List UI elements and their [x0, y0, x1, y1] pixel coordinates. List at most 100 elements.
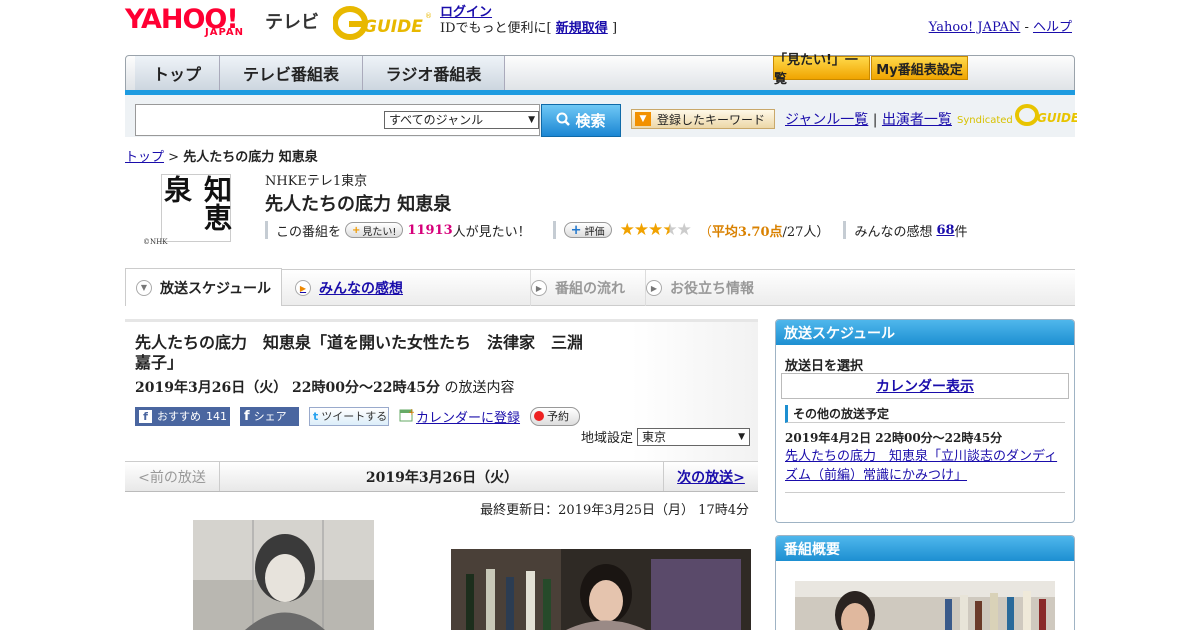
this-program-label: この番組を: [276, 224, 342, 240]
other-broadcasts-label: その他の放送予定: [785, 405, 1065, 423]
facebook-icon: f: [139, 409, 152, 423]
genre-select-value: すべてのジャンル: [389, 113, 484, 127]
svg-text:®: ®: [425, 12, 432, 20]
rating-open: （: [698, 224, 712, 240]
divider-bar: [552, 221, 556, 239]
tv-logo-text[interactable]: テレビ: [265, 8, 319, 34]
facebook-count: 141: [206, 409, 227, 423]
calendar-view-link[interactable]: カレンダー表示: [876, 376, 974, 396]
breadcrumb: トップ > 先人たちの底力 知恵泉: [125, 146, 318, 165]
chevron-down-icon: ▼: [635, 112, 651, 126]
link-separator: -: [1024, 20, 1029, 35]
yahoo-japan-link[interactable]: Yahoo! JAPAN: [929, 20, 1021, 35]
breadcrumb-top-link[interactable]: トップ: [125, 150, 164, 165]
search-links: ジャンル一覧 | 出演者一覧: [785, 109, 952, 129]
next-broadcast-title-link[interactable]: 先人たちの底力 知恵泉「立川談志のダンディズム（前編）常識にかみつけ」: [785, 447, 1067, 485]
play-icon: ▶: [295, 280, 311, 296]
facebook-share-button[interactable]: f シェア: [240, 406, 299, 426]
registered-keyword-button[interactable]: ▼ 登録したキーワード: [631, 109, 775, 129]
want-to-watch-button[interactable]: + 見たい!: [345, 222, 404, 238]
genre-list-link[interactable]: ジャンル一覧: [785, 112, 868, 128]
studio-photo-image: [451, 549, 751, 630]
prev-broadcast: <前の放送: [125, 462, 220, 491]
calendar-icon: +: [399, 407, 416, 426]
search-icon: [556, 112, 571, 130]
search-button[interactable]: 検索: [541, 104, 621, 137]
rating-count: /27人）: [782, 224, 830, 240]
play-icon: ▶: [646, 280, 662, 296]
subtab-schedule[interactable]: ▼ 放送スケジュール: [125, 268, 282, 306]
login-desc-suffix: ]: [611, 21, 618, 36]
login-link[interactable]: ログイン: [440, 5, 492, 20]
last-updated: 最終更新日：2019年3月25日（月） 17時4分: [480, 503, 749, 518]
subtab-program-flow[interactable]: ▶ 番組の流れ: [531, 270, 646, 306]
rating-average: 平均3.70点: [711, 224, 783, 240]
overview-photo-image: [795, 581, 1055, 630]
top-right-links: Yahoo! JAPAN - ヘルプ: [929, 16, 1072, 35]
breadcrumb-current: 先人たちの底力 知恵泉: [183, 150, 318, 165]
tab-radio-schedule[interactable]: ラジオ番組表: [363, 56, 505, 90]
region-setting: 地域設定 東京 ▼: [581, 427, 751, 446]
share-row: f おすすめ 141 f シェア t ツイートする + カレンダーに登録 予約: [135, 406, 581, 426]
want-count: 11913: [407, 222, 453, 238]
divider-bar: [843, 221, 847, 239]
next-broadcast-datetime: 2019年4月2日 22時00分～22時45分: [785, 431, 1003, 445]
calendar-register-link[interactable]: カレンダーに登録: [416, 407, 520, 426]
region-label: 地域設定: [581, 431, 634, 446]
chevron-down-icon: ▼: [738, 431, 746, 442]
play-icon: ▶: [531, 280, 547, 296]
cast-list-link[interactable]: 出演者一覧: [882, 112, 952, 128]
facebook-recommend-button[interactable]: f おすすめ 141: [135, 406, 230, 426]
facebook-icon: f: [244, 408, 250, 424]
register-link[interactable]: 新規取得: [556, 21, 608, 36]
links-divider: |: [872, 112, 878, 128]
rating-stars: ★★★★★: [619, 220, 692, 240]
nhk-copyright: ©NHK: [143, 238, 168, 246]
tab-top[interactable]: トップ: [135, 56, 220, 90]
calendar-register[interactable]: + カレンダーに登録: [399, 407, 520, 426]
gguide-logo[interactable]: GUIDE ®: [332, 6, 433, 40]
syndicated-gguide-text: GUIDE: [1037, 111, 1077, 125]
help-link[interactable]: ヘルプ: [1033, 20, 1072, 35]
registered-keyword-label: 登録したキーワード: [657, 112, 766, 127]
select-date-label: 放送日を選択: [785, 359, 864, 374]
twitter-icon: t: [313, 409, 319, 423]
rating-button[interactable]: + 評価: [563, 222, 612, 238]
subtab-useful-info[interactable]: ▶ お役立ち情報: [646, 270, 786, 306]
channel-name: NHKEテレ1東京: [265, 174, 368, 189]
svg-text:+: +: [408, 408, 414, 418]
next-broadcast-link[interactable]: 次の放送>: [677, 467, 745, 487]
subtab-impressions[interactable]: ▶ みんなの感想: [283, 270, 531, 306]
overview-panel-header: 番組概要: [776, 536, 1074, 561]
impressions-suffix: 件: [954, 224, 968, 240]
episode-title: 先人たちの底力 知恵泉「道を開いた女性たち 法律家 三淵嘉子」: [135, 333, 584, 372]
broadcast-date: 2019年3月26日（火）: [365, 469, 519, 486]
program-title: 先人たちの底力 知恵泉: [265, 194, 452, 215]
main-tab-bar: トップ テレビ番組表 ラジオ番組表 「見たい!」一覧 My番組表設定: [125, 53, 1075, 91]
gguide-logo-text: GUIDE: [363, 17, 423, 37]
genre-select[interactable]: すべてのジャンル ▼: [384, 111, 539, 129]
overview-panel: 番組概要: [775, 535, 1075, 630]
region-select[interactable]: 東京 ▼: [637, 427, 751, 446]
my-schedule-button[interactable]: My番組表設定: [871, 56, 968, 80]
program-subtabs: ▼ 放送スケジュール ▶ みんなの感想 ▶ 番組の流れ ▶ お役立ち情報: [125, 268, 1075, 306]
breadcrumb-separator: >: [168, 150, 180, 165]
impressions-count-link[interactable]: 68: [936, 223, 954, 238]
divider-bar: [265, 221, 268, 239]
search-button-label: 検索: [575, 112, 606, 130]
broadcast-nav: <前の放送 2019年3月26日（火） 次の放送>: [125, 461, 758, 492]
divider: [785, 492, 1065, 493]
chevron-down-icon: ▼: [136, 279, 152, 296]
want-suffix: 人が見たい！: [452, 224, 531, 240]
plus-icon: +: [570, 222, 582, 238]
reserve-button[interactable]: 予約: [530, 406, 581, 426]
chevron-down-icon: ▼: [528, 115, 535, 125]
tab-tv-schedule[interactable]: テレビ番組表: [220, 56, 363, 90]
tweet-button[interactable]: t ツイートする: [309, 406, 389, 426]
historical-portrait-image: [193, 520, 374, 630]
impressions-label: みんなの感想: [854, 224, 933, 240]
watchlist-button[interactable]: 「見たい!」一覧: [773, 53, 870, 87]
program-logo: 知恵泉: [160, 174, 233, 242]
plus-icon: +: [352, 224, 361, 236]
schedule-panel-header: 放送スケジュール: [776, 320, 1074, 345]
